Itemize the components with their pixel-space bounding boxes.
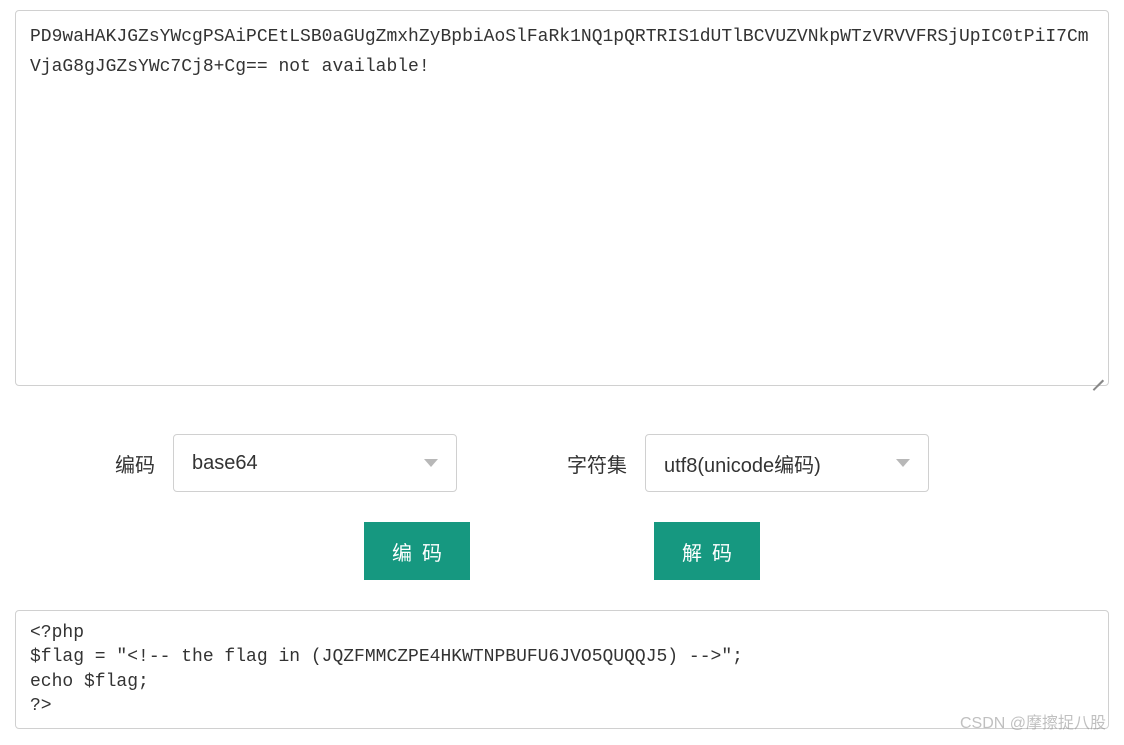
decode-button[interactable]: 解码	[654, 522, 760, 580]
buttons-row: 编码 解码	[15, 522, 1109, 580]
encoding-label: 编码	[115, 449, 155, 478]
charset-label: 字符集	[567, 449, 627, 478]
watermark-text: CSDN @摩擦捉八股	[960, 709, 1106, 733]
controls-row: 编码 base64 字符集 utf8(unicode编码)	[15, 434, 1109, 492]
input-textarea-container	[15, 10, 1109, 386]
output-container: <?php $flag = "<!-- the flag in (JQZFMMC…	[15, 610, 1109, 729]
chevron-down-icon	[424, 459, 438, 467]
chevron-down-icon	[896, 459, 910, 467]
encoding-select[interactable]: base64	[173, 434, 457, 492]
encoding-select-value: base64	[192, 452, 258, 475]
charset-select[interactable]: utf8(unicode编码)	[645, 434, 929, 492]
encoding-control-group: 编码 base64	[115, 434, 457, 492]
output-text: <?php $flag = "<!-- the flag in (JQZFMMC…	[30, 621, 1094, 718]
charset-control-group: 字符集 utf8(unicode编码)	[567, 434, 929, 492]
charset-select-value: utf8(unicode编码)	[664, 449, 821, 478]
encode-button[interactable]: 编码	[364, 522, 470, 580]
input-textarea[interactable]	[30, 23, 1094, 373]
